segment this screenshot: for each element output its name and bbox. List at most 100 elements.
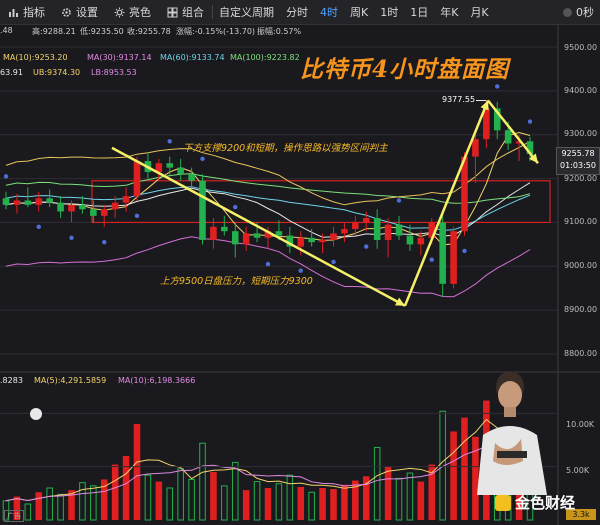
candle-body [133,161,141,197]
candle-body [330,233,337,240]
candle-body [79,204,86,210]
volume-bar [450,431,457,520]
volume-value: .8283 [0,376,23,385]
volume-ma10: MA(10):6,198.3666 [118,376,196,385]
vol-tick-10k: 10.00K [566,420,595,429]
volume-bar [188,478,195,521]
volume-bar [24,503,32,521]
sar-dot [331,259,336,265]
volume-bar [286,474,294,521]
brand-logo-text: 金色财经 [515,494,576,512]
candle-body [362,218,370,223]
candle-body [504,130,512,144]
candle-body [439,222,446,284]
sar-dot [200,156,205,162]
volume-bar [373,446,381,521]
y-tick-9500: 9500.00 [564,43,598,52]
volume-bar [417,481,425,520]
candle-body [177,167,184,175]
volume-bar [406,472,414,521]
volume-bar [231,461,239,521]
candle-body [450,231,457,284]
volume-bar [384,466,392,520]
candle-body [199,180,206,240]
current-price-box: 9255.78 01:03:50 [556,147,600,175]
candle-body [341,229,348,234]
candle-body [275,231,283,236]
support-annotation: 下方支撑9200和短期，操作思路以强势区间判主 [183,143,388,154]
candle-body [231,231,239,245]
pullback-arrow [487,99,539,165]
presenter-photo [477,371,547,495]
volume-bar [253,481,261,521]
volume-bar [242,490,250,520]
y-tick-8800: 8800.00 [564,349,598,358]
volume-bar [275,483,283,521]
brand-logo-icon [495,494,511,511]
candle-body [253,233,261,238]
candle-body [472,139,479,157]
sar-dot [495,84,500,89]
y-tick-9400: 9400.00 [564,86,598,95]
candle-body [111,202,119,210]
volume-bar [90,485,97,521]
sar-dot [3,174,9,179]
vol-tick-5k: 5.00K [566,466,590,475]
candle-body [242,233,250,245]
sar-dot [69,235,74,240]
volume-bar [46,487,53,521]
uptrend-arrow [403,100,490,307]
volume-bar [297,486,305,520]
candle-body [406,235,414,245]
candle-body [461,156,468,232]
candle-body [395,224,403,236]
volume-bar [395,477,403,521]
peak-price-label: 9377.55 [442,95,476,104]
ad-badge: 广告 [4,510,24,522]
candle-body [308,237,315,243]
volume-bar [308,491,315,521]
candle-countdown: 01:03:50 [560,161,596,170]
sar-dot [429,257,434,262]
candle-body [122,196,130,203]
candle-body [297,237,305,247]
volume-bar [133,424,141,520]
volume-bar [199,442,206,521]
candle-body [90,209,97,216]
candle-body [46,198,53,203]
chart-title: 比特币4小时盘面图 [300,56,510,83]
volume-bar [79,482,86,521]
candle-body [210,226,217,240]
volume-bar [57,493,64,521]
candle-body [188,174,195,181]
volume-ma5: MA(5):4,291.5859 [34,376,107,385]
candle-body [24,200,32,205]
volume-bar [330,489,337,520]
y-tick-9300: 9300.00 [564,129,598,138]
candle-body [319,239,326,243]
sar-dot [134,213,140,219]
sar-dot [462,248,467,254]
candle-body [417,237,425,245]
collapse-icon[interactable] [30,408,42,420]
sar-dot [265,261,271,267]
volume-bar [144,474,152,521]
candle-body [100,209,108,216]
sar-dot [233,204,238,210]
candle-body [373,218,381,240]
sar-dot [364,244,369,249]
candle-body [13,200,21,205]
candle-body [221,226,228,232]
sar-dot [36,224,41,230]
brand-logo: 金色财经 [495,492,575,513]
candle-body [384,224,392,240]
volume-bar [362,476,370,520]
sar-dot [167,139,172,144]
candle-body [35,198,43,205]
volume-bar [111,464,119,520]
candle-body [2,198,10,205]
sar-dot [102,239,107,245]
volume-bar [35,492,43,520]
current-price: 9255.78 [561,149,595,158]
volume-bar [461,417,468,520]
